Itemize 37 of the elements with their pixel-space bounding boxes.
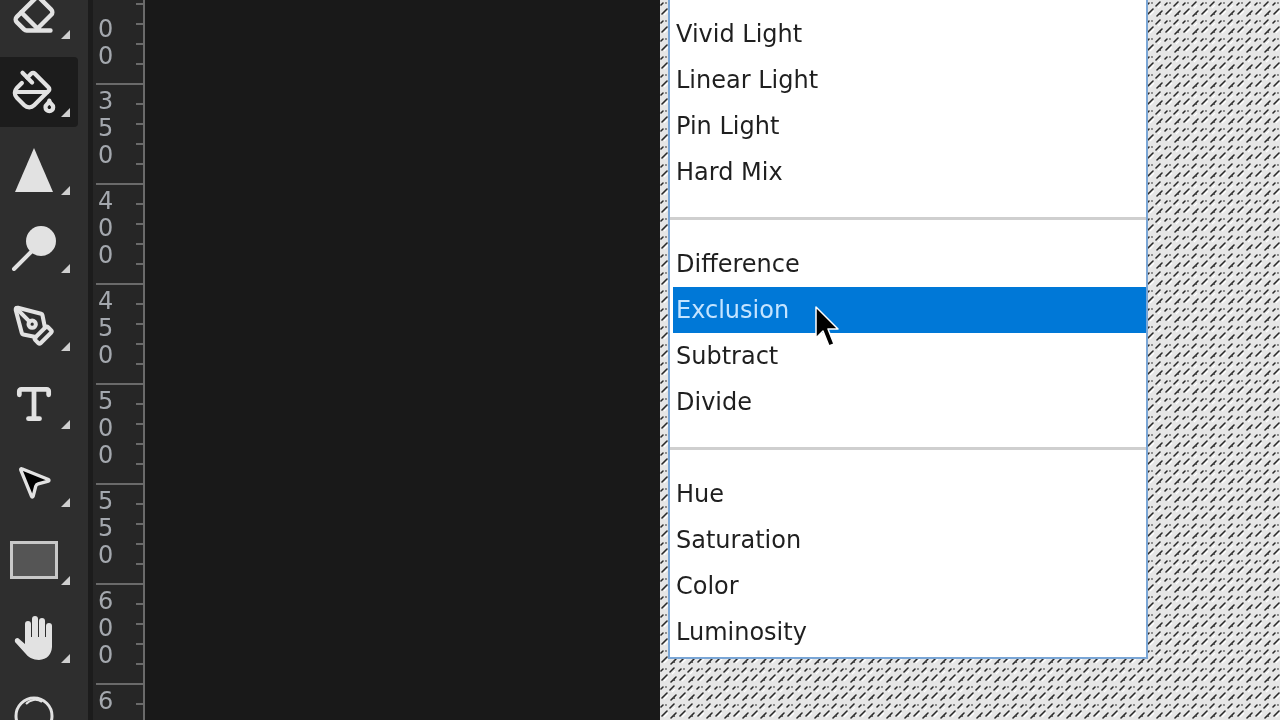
ruler-label: 600 [98,588,115,669]
flyout-corner-icon [61,30,70,39]
menu-item[interactable]: Divide [673,379,1146,425]
ruler-label: 400 [98,188,115,269]
menu-item[interactable]: Hard Mix [673,149,1146,195]
menu-item[interactable]: Luminosity [673,609,1146,655]
flyout-corner-icon [61,264,70,273]
ruler-label: 00 [98,16,115,70]
ruler-label: 550 [98,488,115,569]
magnifier-icon [11,225,57,271]
flyout-corner-icon [61,576,70,585]
triangle-icon [15,148,53,192]
ruler-label: 450 [98,288,115,369]
menu-item[interactable]: Color [673,563,1146,609]
rectangle-icon [10,541,58,579]
menu-item[interactable]: Hue [673,471,1146,517]
menu-item[interactable]: Subtract [673,333,1146,379]
pen-nib-icon [12,304,56,348]
menu-item[interactable]: Pin Light [673,103,1146,149]
menu-item[interactable]: Vivid Light [673,11,1146,57]
flyout-corner-icon [61,342,70,351]
ruler-label: 500 [98,388,115,469]
hand-icon [13,615,55,661]
flyout-corner-icon [61,498,70,507]
tool-button[interactable] [0,57,78,127]
ruler-label: 350 [98,88,115,169]
menu-item[interactable]: Saturation [673,517,1146,563]
flyout-corner-icon [61,108,70,117]
menu-item[interactable]: Linear Light [673,57,1146,103]
mouse-cursor-icon [815,306,841,348]
ruler-label: 6 [98,688,115,715]
flyout-corner-icon [61,654,70,663]
eraser-icon [12,0,56,36]
paint-bucket-icon [11,69,57,115]
flyout-corner-icon [61,186,70,195]
flyout-corner-icon [61,420,70,429]
menu-item[interactable]: Difference [673,241,1146,287]
